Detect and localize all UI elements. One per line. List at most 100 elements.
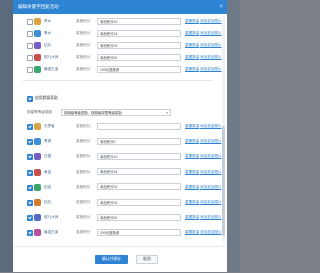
reward-checkbox[interactable] xyxy=(27,169,33,176)
reset-quantity-link[interactable]: 重置数量 xyxy=(185,154,199,159)
rank-badge-icon xyxy=(34,199,41,206)
add-prize-image-link[interactable]: 添加奖品图片 xyxy=(200,43,222,48)
rank-badge-icon xyxy=(34,123,41,130)
add-prize-image-link[interactable]: 添加奖品图片 xyxy=(200,31,222,36)
reward-checkbox[interactable] xyxy=(27,139,33,146)
reward-value-input[interactable]: 添加积分15 xyxy=(97,168,181,176)
reward-checkbox[interactable] xyxy=(27,43,33,49)
add-prize-image-link[interactable]: 添加奖品图片 xyxy=(200,19,222,24)
rank-badge-icon xyxy=(34,138,41,146)
scrollbar-thumb[interactable] xyxy=(222,126,225,236)
reward-value-input[interactable]: 添加积分10 xyxy=(97,152,181,160)
reward-row: 超凡大师 奖励积分 添加积分50 重置数量 添加奖品图片 xyxy=(13,213,223,223)
add-prize-image-link[interactable]: 添加奖品图片 xyxy=(200,230,222,235)
reward-name: 黑铜 xyxy=(44,139,52,144)
reward-name: 黄金 xyxy=(44,169,52,174)
add-prize-image-link[interactable]: 添加奖品图片 xyxy=(200,215,222,220)
add-prize-image-link[interactable]: 添加奖品图片 xyxy=(200,185,222,190)
reward-value-input[interactable]: 添加积分10 xyxy=(97,17,181,25)
reward-row: 最强王者 奖励积分 200元鼓励券 重置数量 添加奖品图片 xyxy=(13,228,223,238)
reset-quantity-link[interactable]: 重置数量 xyxy=(185,31,199,36)
reward-checkbox[interactable] xyxy=(27,184,33,191)
reset-quantity-link[interactable]: 重置数量 xyxy=(185,200,199,205)
rank-badge-icon xyxy=(34,229,41,237)
dialog-footer: 确认并保存 取消 xyxy=(13,246,227,273)
add-prize-image-link[interactable]: 添加奖品图片 xyxy=(200,170,222,175)
reward-type: 奖励积分 xyxy=(76,230,91,235)
divider xyxy=(23,80,213,81)
reward-row: 最强王者 奖励积分 100元鼓励券 重置数量 添加奖品图片 xyxy=(13,65,223,75)
reward-type: 奖励积分 xyxy=(76,169,91,174)
reward-name: 白银 xyxy=(44,154,52,159)
filter-select-value: 按超级等级奖励，按超级权限等级奖励 xyxy=(64,110,122,115)
add-prize-image-link[interactable]: 添加奖品图片 xyxy=(200,55,222,60)
reward-value-input[interactable]: 添加积分15 xyxy=(97,29,181,37)
reward-value-input[interactable]: 100元鼓励券 xyxy=(97,65,181,73)
reward-checkbox[interactable] xyxy=(27,230,33,237)
reward-value-input[interactable]: 添加积分50 xyxy=(97,213,181,221)
reset-quantity-link[interactable]: 重置数量 xyxy=(185,19,199,24)
rank-badge-icon xyxy=(34,214,41,222)
reset-quantity-link[interactable]: 重置数量 xyxy=(185,124,199,129)
reward-checkbox[interactable] xyxy=(27,200,33,206)
reset-quantity-link[interactable]: 重置数量 xyxy=(185,67,199,72)
add-prize-image-link[interactable]: 添加奖品图片 xyxy=(200,67,222,72)
reward-row: 钻石 奖励积分 添加积分25 重置数量 添加奖品图片 xyxy=(13,41,223,51)
reward-checkbox[interactable] xyxy=(27,215,33,222)
reward-type: 奖励积分 xyxy=(76,55,91,59)
filter-label: 按星等等级奖励 xyxy=(27,110,53,114)
reward-value-input[interactable]: 添加积分25 xyxy=(97,41,181,49)
reset-quantity-link[interactable]: 重置数量 xyxy=(185,43,199,48)
reward-checkbox[interactable] xyxy=(27,124,33,130)
reward-value-input[interactable]: 添加积分50 xyxy=(97,53,181,61)
reward-row: 黄金 奖励积分 添加积分15 重置数量 添加奖品图片 xyxy=(13,168,223,178)
add-prize-image-link[interactable]: 添加奖品图片 xyxy=(200,154,222,159)
filter-select[interactable]: 按超级等级奖励，按超级权限等级奖励 ▾ xyxy=(61,108,171,116)
reward-value-input[interactable] xyxy=(97,122,181,130)
dialog-title: 编辑关键字回复活动 xyxy=(18,4,59,9)
reward-row: 铂金 奖励积分 添加积分20 重置数量 添加奖品图片 xyxy=(13,183,223,193)
reward-row: 无梦者 奖励积分 重置数量 添加奖品图片 xyxy=(13,122,223,132)
reward-name: 钻石 xyxy=(44,43,52,47)
super-reward-checkbox[interactable] xyxy=(27,96,33,102)
reward-value-input[interactable]: 添加积分5 xyxy=(97,137,181,145)
reward-checkbox[interactable] xyxy=(27,19,33,25)
reward-value-input[interactable]: 添加积分20 xyxy=(97,183,181,191)
reward-checkbox[interactable] xyxy=(27,67,33,73)
reward-name: 黑水 xyxy=(44,31,52,35)
cancel-button[interactable]: 取消 xyxy=(136,255,158,264)
reward-row: 钻石 奖励积分 添加积分25 重置数量 添加奖品图片 xyxy=(13,198,223,208)
reward-row: 超凡大师 奖励积分 添加积分50 重置数量 添加奖品图片 xyxy=(13,53,223,63)
save-button[interactable]: 确认并保存 xyxy=(95,255,128,264)
reward-type: 奖励积分 xyxy=(76,184,91,189)
reset-quantity-link[interactable]: 重置数量 xyxy=(185,215,199,220)
reward-checkbox[interactable] xyxy=(27,154,33,161)
reward-value-input[interactable]: 200元鼓励券 xyxy=(97,228,181,236)
reward-checkbox[interactable] xyxy=(27,31,33,37)
reset-quantity-link[interactable]: 重置数量 xyxy=(185,185,199,190)
rank-badge-icon xyxy=(34,30,41,37)
super-reward-toggle-row: 启用超级奖励 xyxy=(13,94,223,104)
add-prize-image-link[interactable]: 添加奖品图片 xyxy=(200,124,222,129)
reward-type: 奖励积分 xyxy=(76,200,91,204)
reward-name: 超凡大师 xyxy=(44,215,59,220)
rank-badge-icon xyxy=(34,153,41,161)
caret-down-icon: ▾ xyxy=(166,110,168,115)
reset-quantity-link[interactable]: 重置数量 xyxy=(185,139,199,144)
reward-name: 无梦者 xyxy=(44,124,55,128)
reward-row: 白银 奖励积分 添加积分10 重置数量 添加奖品图片 xyxy=(13,152,223,162)
reward-value-input[interactable]: 添加积分25 xyxy=(97,198,181,206)
add-prize-image-link[interactable]: 添加奖品图片 xyxy=(200,139,222,144)
reward-row: 青水 奖励积分 添加积分10 重置数量 添加奖品图片 xyxy=(13,17,223,27)
reward-row: 黑铜 奖励积分 添加积分5 重置数量 添加奖品图片 xyxy=(13,137,223,147)
reset-quantity-link[interactable]: 重置数量 xyxy=(185,230,199,235)
rank-badge-icon xyxy=(34,42,41,49)
scrollbar[interactable] xyxy=(222,16,225,242)
rank-badge-icon xyxy=(34,183,41,191)
add-prize-image-link[interactable]: 添加奖品图片 xyxy=(200,200,222,205)
close-icon[interactable]: × xyxy=(219,0,223,14)
reward-checkbox[interactable] xyxy=(27,55,33,61)
reward-name: 超凡大师 xyxy=(44,55,59,59)
reset-quantity-link[interactable]: 重置数量 xyxy=(185,170,199,175)
reset-quantity-link[interactable]: 重置数量 xyxy=(185,55,199,60)
